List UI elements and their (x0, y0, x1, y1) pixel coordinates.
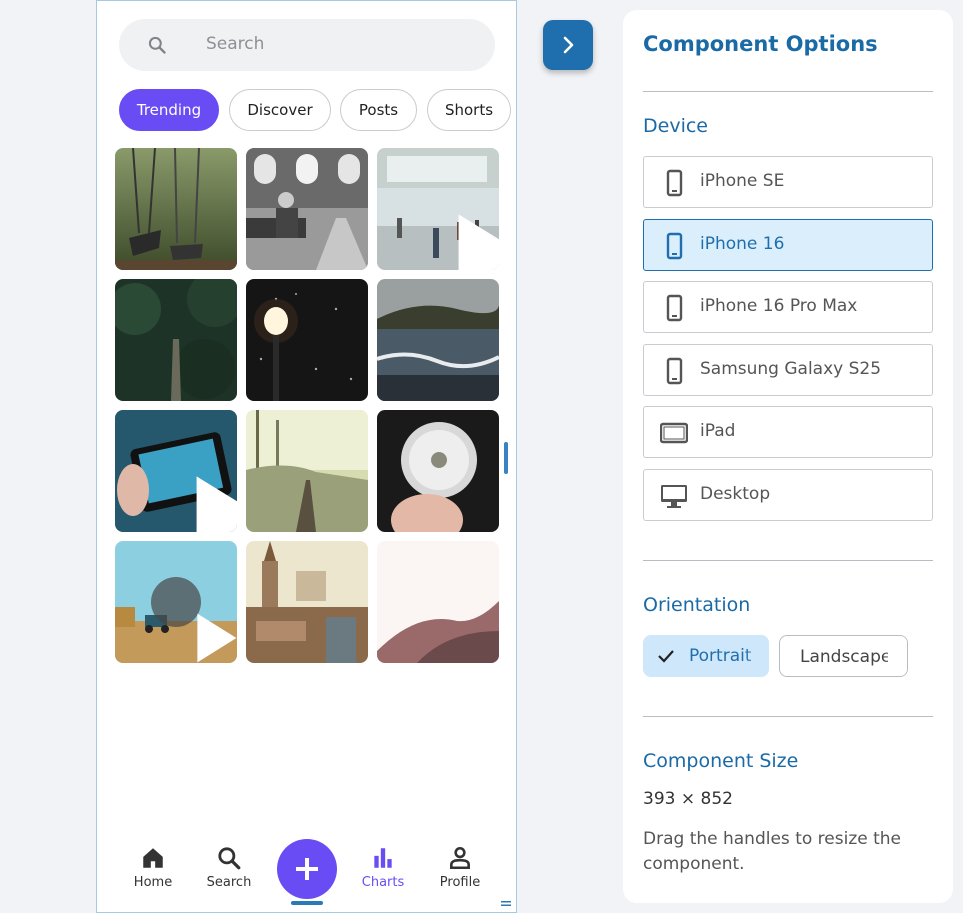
tile-railway[interactable] (246, 410, 368, 532)
scrollbar[interactable] (504, 442, 508, 474)
search-placeholder: Search (206, 34, 265, 54)
resize-help-text: Drag the handles to resize the component… (643, 829, 902, 874)
tile-sea-waves[interactable] (377, 279, 499, 401)
device-option-ipad[interactable]: iPad (643, 406, 933, 458)
device-section-title: Device (643, 115, 708, 137)
nav-profile[interactable]: Profile (425, 845, 495, 895)
search-icon (148, 36, 166, 54)
tile-phone-photo[interactable] (115, 410, 237, 532)
active-indicator (291, 901, 323, 905)
tablet-icon (660, 422, 688, 444)
play-button[interactable] (151, 577, 237, 663)
component-size-value: 393 × 852 (643, 789, 733, 809)
play-icon (196, 476, 237, 532)
phone-preview: Search Trending Discover Posts Shorts Ho… (96, 0, 517, 913)
text-fade (883, 636, 907, 676)
tile-hills[interactable] (377, 541, 499, 663)
nav-charts[interactable]: Charts (348, 845, 418, 895)
tile-swings[interactable] (115, 148, 237, 270)
device-option-iphone-16-pro-max[interactable]: iPhone 16 Pro Max (643, 281, 933, 333)
component-options-panel: Component Options Device iPhone SE iPhon… (623, 10, 953, 903)
plus-icon (296, 858, 318, 880)
tile-forest-path[interactable] (115, 279, 237, 401)
divider (643, 716, 933, 717)
phone-icon (666, 357, 683, 385)
device-option-iphone-se[interactable]: iPhone SE (643, 156, 933, 208)
panel-title: Component Options (643, 32, 878, 56)
toggle-panel-button[interactable] (543, 20, 593, 70)
check-icon (658, 650, 674, 663)
tile-station-crowd[interactable] (377, 148, 499, 270)
tile-night-lamp[interactable] (246, 279, 368, 401)
chevron-right-icon (563, 36, 574, 54)
tile-town[interactable] (246, 541, 368, 663)
device-option-samsung-galaxy-s25[interactable]: Samsung Galaxy S25 (643, 344, 933, 396)
tile-church-man[interactable] (246, 148, 368, 270)
search-bar[interactable]: Search (119, 19, 495, 71)
tile-dandelion[interactable] (377, 410, 499, 532)
resize-handle-icon[interactable] (501, 901, 511, 907)
nav-home[interactable]: Home (118, 845, 188, 895)
phone-icon (666, 232, 683, 260)
device-option-iphone-16[interactable]: iPhone 16 (643, 219, 933, 271)
home-icon (143, 848, 163, 868)
play-icon (458, 214, 499, 270)
category-chips: Trending Discover Posts Shorts (119, 89, 517, 131)
chip-shorts[interactable]: Shorts (427, 89, 511, 131)
divider (643, 560, 933, 561)
device-option-desktop[interactable]: Desktop (643, 469, 933, 521)
phone-icon (666, 169, 683, 197)
desktop-icon (661, 485, 687, 508)
add-button[interactable] (277, 839, 337, 899)
size-section-title: Component Size (643, 750, 799, 772)
chip-trending[interactable]: Trending (119, 89, 219, 131)
bar-chart-icon (374, 848, 392, 868)
orientation-portrait-button[interactable]: Portrait (643, 635, 769, 677)
phone-icon (666, 294, 683, 322)
divider (643, 91, 933, 92)
text-fade (745, 635, 769, 677)
chip-discover[interactable]: Discover (229, 89, 331, 131)
nav-search[interactable]: Search (194, 845, 264, 895)
orientation-section-title: Orientation (643, 594, 751, 616)
person-icon (450, 846, 470, 870)
tile-tractor-field[interactable] (115, 541, 237, 663)
bottom-nav: Home Search Charts Profile (97, 829, 516, 913)
search-icon (218, 847, 241, 870)
orientation-landscape-button[interactable]: Landscape (779, 635, 908, 677)
chip-posts[interactable]: Posts (340, 89, 417, 131)
